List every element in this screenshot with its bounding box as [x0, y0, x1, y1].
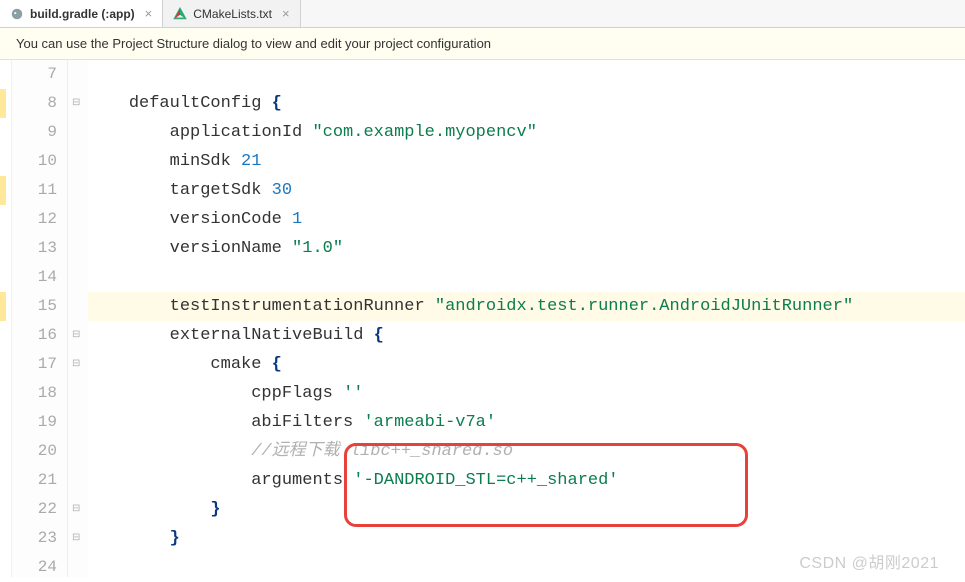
line-number: 10 — [12, 147, 67, 176]
fold-icon[interactable]: ⊟ — [72, 97, 80, 108]
code-line: minSdk 21 — [88, 147, 965, 176]
line-number: 19 — [12, 408, 67, 437]
project-structure-hint[interactable]: You can use the Project Structure dialog… — [0, 28, 965, 60]
code-line — [88, 553, 965, 582]
line-number: 7 — [12, 60, 67, 89]
line-number: 13 — [12, 234, 67, 263]
line-number-gutter: 7 8 9 10 11 12 13 14 15 16 17 18 19 20 2… — [12, 60, 68, 577]
line-number: 16 — [12, 321, 67, 350]
line-number: 17 — [12, 350, 67, 379]
line-number: 8 — [12, 89, 67, 118]
editor-tabs: build.gradle (:app) × CMakeLists.txt × — [0, 0, 965, 28]
line-number: 24 — [12, 553, 67, 582]
code-line: cmake { — [88, 350, 965, 379]
close-icon[interactable]: × — [282, 6, 290, 21]
line-number: 9 — [12, 118, 67, 147]
left-margin — [0, 60, 12, 577]
code-editor[interactable]: 7 8 9 10 11 12 13 14 15 16 17 18 19 20 2… — [0, 60, 965, 577]
line-number: 15 — [12, 292, 67, 321]
code-line: //远程下载 libc++_shared.so — [88, 437, 965, 466]
code-line: testInstrumentationRunner "androidx.test… — [88, 292, 965, 321]
tab-cmakelists[interactable]: CMakeLists.txt × — [163, 0, 300, 27]
line-number: 22 — [12, 495, 67, 524]
gradle-icon — [10, 7, 24, 21]
line-number: 18 — [12, 379, 67, 408]
line-number: 21 — [12, 466, 67, 495]
code-line: targetSdk 30 — [88, 176, 965, 205]
tab-label: CMakeLists.txt — [193, 7, 272, 21]
fold-icon[interactable]: ⊟ — [72, 329, 80, 340]
code-area[interactable]: defaultConfig { applicationId "com.examp… — [88, 60, 965, 577]
code-line: applicationId "com.example.myopencv" — [88, 118, 965, 147]
tab-label: build.gradle (:app) — [30, 7, 135, 21]
code-line — [88, 60, 965, 89]
tab-build-gradle[interactable]: build.gradle (:app) × — [0, 0, 163, 27]
code-line — [88, 263, 965, 292]
line-number: 14 — [12, 263, 67, 292]
fold-icon[interactable]: ⊟ — [72, 358, 80, 369]
fold-margin: ⊟ ⊟ ⊟ ⊟ ⊟ — [68, 60, 88, 577]
code-line: } — [88, 495, 965, 524]
code-line: externalNativeBuild { — [88, 321, 965, 350]
cmake-icon — [173, 7, 187, 21]
code-line: versionName "1.0" — [88, 234, 965, 263]
code-line: versionCode 1 — [88, 205, 965, 234]
line-number: 11 — [12, 176, 67, 205]
fold-icon[interactable]: ⊟ — [72, 532, 80, 543]
code-line: abiFilters 'armeabi-v7a' — [88, 408, 965, 437]
hint-text: You can use the Project Structure dialog… — [16, 36, 491, 51]
code-line: arguments '-DANDROID_STL=c++_shared' — [88, 466, 965, 495]
line-number: 12 — [12, 205, 67, 234]
line-number: 23 — [12, 524, 67, 553]
line-number: 20 — [12, 437, 67, 466]
close-icon[interactable]: × — [145, 6, 153, 21]
code-line: cppFlags '' — [88, 379, 965, 408]
code-line: } — [88, 524, 965, 553]
code-line: defaultConfig { — [88, 89, 965, 118]
fold-icon[interactable]: ⊟ — [72, 503, 80, 514]
